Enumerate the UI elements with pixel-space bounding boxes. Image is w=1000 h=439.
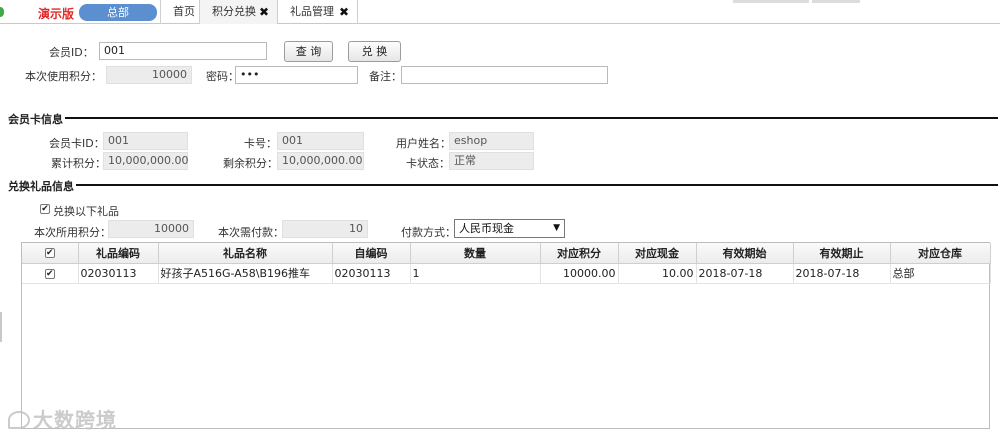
member-id-input[interactable]: 001 [99,42,267,60]
used-points-label: 本次使用积分： [25,70,102,83]
card-status-field: 正常 [449,152,534,170]
tab-gift-management-label: 礼品管理 [290,5,334,18]
tab-gift-management[interactable]: 礼品管理 ✖ [278,0,358,24]
column-header: 对应积分 [540,243,619,264]
cash-cell: 10.00 [618,263,697,284]
gift-code-cell: 02030113 [78,263,159,284]
member-id-label: 会员ID： [49,46,94,59]
card-id-field: 001 [103,132,188,150]
column-header: 对应现金 [618,243,697,264]
exchange-button[interactable]: 兑 换 [348,41,401,62]
exchange-gifts-label: 兑换以下礼品 [53,205,119,218]
valid-from-cell: 2018-07-18 [696,263,794,284]
card-status-label: 卡状态： [406,157,450,170]
gift-exchange-section-title: 兑换礼品信息 [8,178,76,194]
user-name-label: 用户姓名： [396,137,451,150]
quantity-cell[interactable]: 1 [410,263,541,284]
column-header: 数量 [410,243,541,264]
table-row[interactable]: ✔ 02030113 好孩子A516G-A58\B196推车 02030113 … [22,263,991,284]
select-all-checkbox[interactable]: ✔ [44,248,55,259]
tab-points-exchange-label: 积分兑换 [212,5,256,18]
member-card-section-title: 会员卡信息 [8,111,65,127]
amount-due-field: 10 [282,220,368,238]
remaining-points-field: 10,000,000.00 [277,152,364,170]
column-header: 礼品名称 [158,243,333,264]
column-header: 有效期始 [696,243,794,264]
used-points-field: 10000 [106,66,192,84]
valid-to-cell: 2018-07-18 [793,263,891,284]
table-header-row: ✔ 礼品编码 礼品名称 自编码 数量 对应积分 对应现金 有效期始 有效期止 对… [22,243,991,264]
column-header: 自编码 [332,243,411,264]
card-no-field: 001 [277,132,364,150]
close-icon[interactable]: ✖ [339,0,349,24]
gift-table: ✔ 礼品编码 礼品名称 自编码 数量 对应积分 对应现金 有效期始 有效期止 对… [21,242,991,429]
section-divider [8,184,998,186]
select-all-header[interactable]: ✔ [22,243,79,264]
watermark-text: 大数跨境 [33,408,117,432]
card-id-label: 会员卡ID： [49,137,105,150]
points-cell: 10000.00 [540,263,619,284]
top-bar: 演示版 总部 首页 积分兑换 ✖ 礼品管理 ✖ [0,0,1000,24]
demo-label: 演示版 [38,7,75,21]
app-logo [0,0,6,20]
watermark: 大数跨境 [8,404,117,433]
total-points-label: 累计积分： [51,157,106,170]
password-input[interactable]: ••• [235,66,358,84]
warehouse-cell: 总部 [890,263,991,284]
self-code-cell: 02030113 [332,263,411,284]
section-divider [8,117,998,119]
points-used-label: 本次所用积分： [34,226,111,239]
toolbar-button[interactable] [733,0,809,3]
row-select-cell[interactable]: ✔ [22,263,79,284]
row-checkbox[interactable]: ✔ [44,268,55,279]
exchange-gifts-checkbox[interactable]: ✔ [40,204,50,214]
scrollbar-edge[interactable] [0,312,2,342]
query-button[interactable]: 查 询 [284,41,333,62]
remark-label: 备注： [369,70,402,83]
total-points-field: 10,000,000.00 [103,152,188,170]
user-name-field: eshop [449,132,534,150]
tab-home-label: 首页 [173,5,195,18]
points-used-field: 10000 [108,220,194,238]
payment-method-value: 人民币现金 [459,222,514,235]
remark-input[interactable] [401,66,608,84]
chevron-down-icon: ▼ [553,223,560,233]
payment-method-select[interactable]: 人民币现金 ▼ [454,219,565,238]
payment-method-label: 付款方式： [401,226,456,239]
amount-due-label: 本次需付款： [218,226,284,239]
watermark-logo-icon [8,411,30,429]
close-icon[interactable]: ✖ [259,0,269,24]
tab-home[interactable]: 首页 [160,0,200,24]
gift-name-cell: 好孩子A516G-A58\B196推车 [158,263,333,284]
tab-points-exchange[interactable]: 积分兑换 ✖ [200,0,278,24]
remaining-points-label: 剩余积分： [223,157,278,170]
column-header: 对应仓库 [890,243,991,264]
column-header: 有效期止 [793,243,891,264]
store-selector[interactable]: 总部 [79,4,157,21]
card-no-label: 卡号： [244,137,277,150]
column-header: 礼品编码 [78,243,159,264]
toolbar-button[interactable] [812,0,860,3]
